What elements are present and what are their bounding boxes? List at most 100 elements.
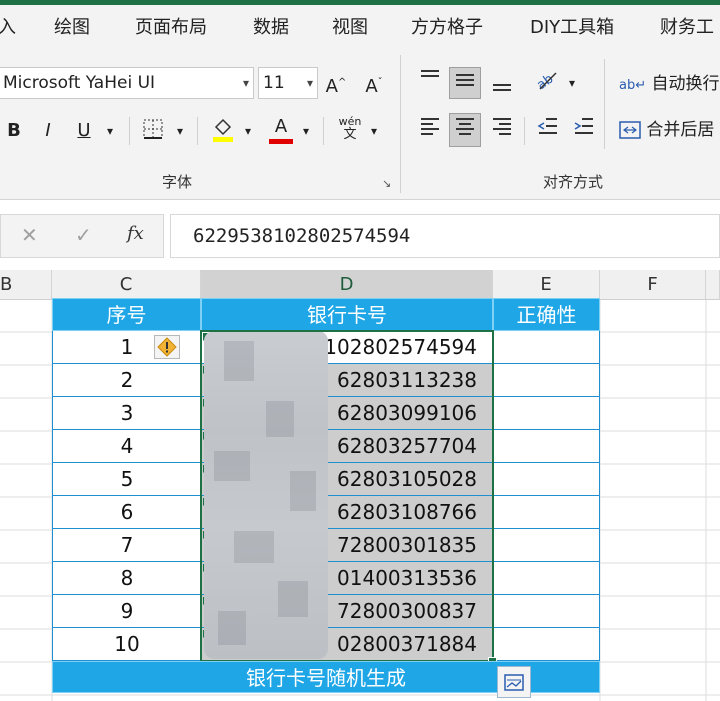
validity-cell[interactable] <box>493 331 600 364</box>
font-color-label: A <box>274 116 288 137</box>
phonetic-guide-button[interactable]: wén 文 <box>336 115 364 141</box>
borders-button[interactable] <box>140 117 166 150</box>
tab-fangfang-gezi[interactable]: 方方格子 <box>411 13 483 39</box>
increase-indent-button[interactable] <box>570 115 598 146</box>
validity-cell[interactable] <box>493 430 600 463</box>
validity-cell[interactable] <box>493 628 600 661</box>
blur-block <box>234 531 274 563</box>
text-orientation-icon: ab <box>534 72 557 93</box>
bold-button[interactable]: B <box>4 117 24 145</box>
align-bottom-icon <box>493 84 511 91</box>
row-number-cell[interactable]: 7 <box>52 529 201 562</box>
group-divider <box>400 55 401 193</box>
validity-cell[interactable] <box>493 562 600 595</box>
align-right-button[interactable] <box>488 115 516 145</box>
column-header-b[interactable]: B <box>0 270 52 300</box>
quick-analysis-icon <box>504 674 524 691</box>
ribbon-tabs: 入 绘图 页面布局 数据 视图 方方格子 DIY工具箱 财务工 <box>0 5 720 47</box>
row-number-cell[interactable]: 8 <box>52 562 201 595</box>
font-size-value: 11 <box>263 73 285 93</box>
column-header-e[interactable]: E <box>493 270 600 300</box>
validity-cell[interactable] <box>493 364 600 397</box>
confirm-icon[interactable]: ✓ <box>75 223 92 247</box>
column-header-c[interactable]: C <box>52 270 201 300</box>
bank-card-number: 01400313536 <box>337 566 477 590</box>
row-number: 4 <box>120 434 134 458</box>
row-number: 10 <box>114 632 140 656</box>
align-middle-button[interactable] <box>449 67 481 99</box>
chevron-down-icon[interactable]: ▾ <box>298 117 314 145</box>
phonetic-char-label: 文 <box>343 127 357 142</box>
decrease-font-size-button[interactable]: Aˇ <box>361 69 387 101</box>
validity-cell[interactable] <box>493 529 600 562</box>
tab-page-layout[interactable]: 页面布局 <box>135 13 207 39</box>
italic-button[interactable]: I <box>38 117 58 145</box>
validity-cell[interactable] <box>493 463 600 496</box>
tab-finance[interactable]: 财务工 <box>660 13 714 39</box>
orientation-button[interactable]: ab <box>533 67 561 102</box>
row-number-cell[interactable]: 3 <box>52 397 201 430</box>
blur-block <box>224 341 254 381</box>
insert-function-icon[interactable]: fx <box>127 223 144 244</box>
formula-input[interactable]: 6229538102802574594 <box>170 214 720 258</box>
bank-card-number: 72800300837 <box>337 599 477 623</box>
quick-analysis-button[interactable] <box>497 666 531 698</box>
font-grow-label: A <box>325 76 338 97</box>
row-number: 3 <box>120 401 134 425</box>
column-header-g[interactable] <box>706 270 720 300</box>
align-left-button[interactable] <box>416 115 444 145</box>
error-check-button[interactable] <box>154 335 180 359</box>
font-color-swatch <box>269 139 293 144</box>
validity-cell[interactable] <box>493 595 600 628</box>
row-number-cell[interactable]: 10 <box>52 628 201 661</box>
fill-color-button[interactable] <box>210 115 236 152</box>
paint-bucket-icon <box>213 118 233 142</box>
align-middle-icon <box>456 74 474 86</box>
header-serial-no[interactable]: 序号 <box>52 298 201 331</box>
align-left-icon <box>421 118 439 135</box>
chevron-down-icon[interactable]: ▾ <box>366 117 382 145</box>
font-size-select[interactable]: 11 ▾ <box>258 67 318 99</box>
alignment-group-label: 对齐方式 <box>543 173 604 191</box>
row-number-cell[interactable]: 6 <box>52 496 201 529</box>
validity-cell[interactable] <box>493 496 600 529</box>
validity-cell[interactable] <box>493 397 600 430</box>
tab-diy-toolbox[interactable]: DIY工具箱 <box>530 13 614 39</box>
font-color-button[interactable]: A <box>268 113 294 144</box>
underline-button[interactable]: U <box>72 117 96 145</box>
font-name-select[interactable]: Microsoft YaHei UI ▾ <box>0 67 254 99</box>
header-bank-card-no[interactable]: 银行卡号 <box>201 298 493 331</box>
tab-view[interactable]: 视图 <box>332 13 368 39</box>
tab-insert[interactable]: 入 <box>0 13 16 39</box>
cancel-icon[interactable]: ✕ <box>21 223 38 247</box>
column-header-d[interactable]: D <box>201 270 493 300</box>
row-number: 6 <box>120 500 134 524</box>
svg-text:ab: ab <box>534 72 556 93</box>
row-number-cell[interactable]: 2 <box>52 364 201 397</box>
bank-card-number: 102802574594 <box>324 335 477 359</box>
chevron-down-icon[interactable]: ▾ <box>240 117 256 145</box>
chevron-down-icon: ▾ <box>306 76 313 90</box>
chevron-down-icon[interactable]: ▾ <box>102 117 118 145</box>
increase-font-size-button[interactable]: A^ <box>323 69 349 101</box>
decrease-indent-button[interactable] <box>534 115 562 146</box>
wrap-text-button[interactable]: ab↵ 自动换行 <box>619 69 720 99</box>
bank-card-number: 62803257704 <box>337 434 477 458</box>
align-bottom-button[interactable] <box>488 71 516 101</box>
header-validity[interactable]: 正确性 <box>493 298 600 331</box>
merge-cells-icon <box>619 121 641 139</box>
row-number-cell[interactable]: 5 <box>52 463 201 496</box>
row-number-cell[interactable]: 9 <box>52 595 201 628</box>
row-number-cell[interactable]: 4 <box>52 430 201 463</box>
align-top-button[interactable] <box>416 67 444 97</box>
align-center-button[interactable] <box>449 113 481 147</box>
tab-draw[interactable]: 绘图 <box>54 13 90 39</box>
column-header-f[interactable]: F <box>600 270 706 300</box>
merge-center-button[interactable]: 合并后居 <box>619 115 714 145</box>
chevron-down-icon[interactable]: ▾ <box>564 69 580 97</box>
font-dialog-launcher-icon[interactable]: ↘ <box>382 177 391 190</box>
formula-bar-buttons: ✕ ✓ fx <box>0 214 164 258</box>
chevron-down-icon[interactable]: ▾ <box>172 117 188 145</box>
row-number: 2 <box>120 368 134 392</box>
tab-data[interactable]: 数据 <box>253 13 289 39</box>
